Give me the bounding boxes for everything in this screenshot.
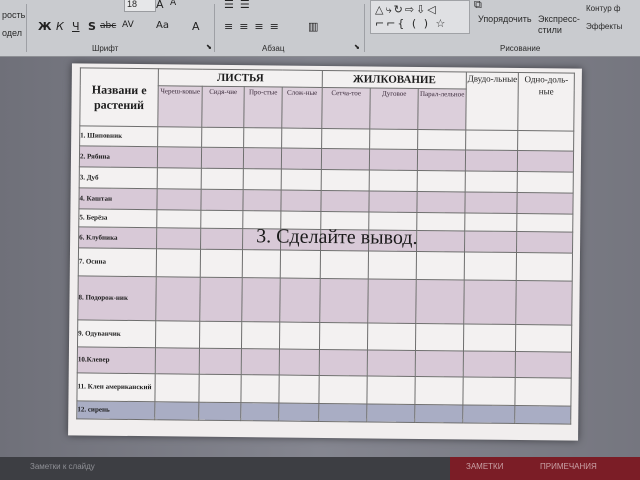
font-group-label: Шрифт <box>92 44 119 53</box>
ribbon-separator <box>364 4 365 52</box>
plant-row-label: 1. Шиповник <box>79 125 158 147</box>
header-plant-name: Названи е растений <box>79 67 159 127</box>
drawing-group-label: Рисование <box>500 44 541 53</box>
status-bar-right: ЗАМЕТКИ ПРИМЕЧАНИЯ <box>450 457 640 480</box>
arrange-button[interactable]: Упорядочить <box>478 14 532 24</box>
header-compound: Слож-ные <box>281 87 323 129</box>
plant-row-label: 2. Рябина <box>79 145 158 168</box>
grow-font-button[interactable]: A <box>156 0 164 11</box>
paragraph-group-label: Абзац <box>262 44 285 53</box>
ribbon-left-item[interactable]: одел <box>2 28 22 38</box>
header-reticulate: Сетча-тое <box>321 87 371 129</box>
plant-row-label: 9. Одуванчик <box>77 319 156 348</box>
bullets-icon[interactable]: ☰☰ <box>224 0 256 11</box>
ribbon-separator <box>214 4 215 52</box>
shrink-font-button[interactable]: A <box>170 0 176 8</box>
header-monocots: Одно-доль-ные <box>517 72 575 132</box>
plant-row-label: 3. Дуб <box>79 166 158 189</box>
header-sessile: Сидя-чие <box>201 86 245 128</box>
header-arcuate: Дуговое <box>369 87 419 130</box>
header-dicots: Двудо-льные <box>465 71 519 131</box>
quick-styles-button[interactable]: Экспресс-стили <box>538 14 588 36</box>
plant-row-label: 5. Берёза <box>78 208 157 228</box>
header-leaves: ЛИСТЬЯ <box>158 68 323 88</box>
status-bar: Заметки к слайду ЗАМЕТКИ ПРИМЕЧАНИЯ <box>0 457 640 480</box>
shape-outline-button[interactable]: Контур ф <box>586 4 620 13</box>
font-size-box[interactable]: 18 <box>124 0 156 12</box>
font-dialog-launcher-icon[interactable]: ⬊ <box>206 43 212 51</box>
plant-row-label: 7. Осина <box>78 247 157 277</box>
header-parallel: Парал-лельное <box>417 88 467 130</box>
plant-row-label: 6. Клубника <box>78 226 157 249</box>
italic-button[interactable]: К <box>56 20 64 33</box>
columns-icon[interactable]: ▥ <box>308 20 318 33</box>
shapes-gallery[interactable]: △⤷↻⇨⇩◁ ⌐⌐{ ( ) ☆ <box>370 0 470 34</box>
spacing-button[interactable]: AV <box>122 20 134 30</box>
bold-button[interactable]: Ж <box>38 20 51 33</box>
slide-notes-placeholder[interactable]: Заметки к слайду <box>30 462 95 471</box>
plant-row-label: 12. сирень <box>76 400 155 420</box>
font-color-button[interactable]: A <box>192 20 200 33</box>
ribbon-separator <box>26 4 27 52</box>
align-icons[interactable]: ≡≡≡≡ <box>224 20 285 33</box>
plant-row-label: 8. Подорож-ник <box>77 275 157 321</box>
plant-row-label: 11. Клен американский <box>76 372 156 402</box>
ribbon: рость одел 18 A A Ж К Ч S abc AV Aa A Шр… <box>0 0 640 57</box>
shape-effects-button[interactable]: Эффекты <box>586 22 622 31</box>
change-case-button[interactable]: Aa <box>156 20 169 31</box>
slide[interactable]: Названи е растений ЛИСТЬЯ ЖИЛКОВАНИЕ Дву… <box>68 63 582 441</box>
plant-row-label: 10.Клевер <box>77 346 156 374</box>
strikethrough-button[interactable]: abc <box>100 21 116 31</box>
plant-row-label: 4. Каштан <box>78 187 158 210</box>
comments-button[interactable]: ПРИМЕЧАНИЯ <box>540 462 597 471</box>
notes-button[interactable]: ЗАМЕТКИ <box>466 462 503 471</box>
paragraph-dialog-launcher-icon[interactable]: ⬊ <box>354 43 360 51</box>
header-simple: Про-стые <box>243 86 283 129</box>
header-petiolate: Череш-ковые <box>157 85 203 128</box>
underline-button[interactable]: Ч <box>72 20 80 33</box>
shadow-button[interactable]: S <box>88 20 96 33</box>
header-venation: ЖИЛКОВАНИЕ <box>322 70 467 89</box>
conclusion-text[interactable]: 3. Сделайте вывод. <box>256 225 418 250</box>
ribbon-left-item[interactable]: рость <box>2 10 25 20</box>
arrange-icon[interactable]: ⧉ <box>474 0 482 12</box>
